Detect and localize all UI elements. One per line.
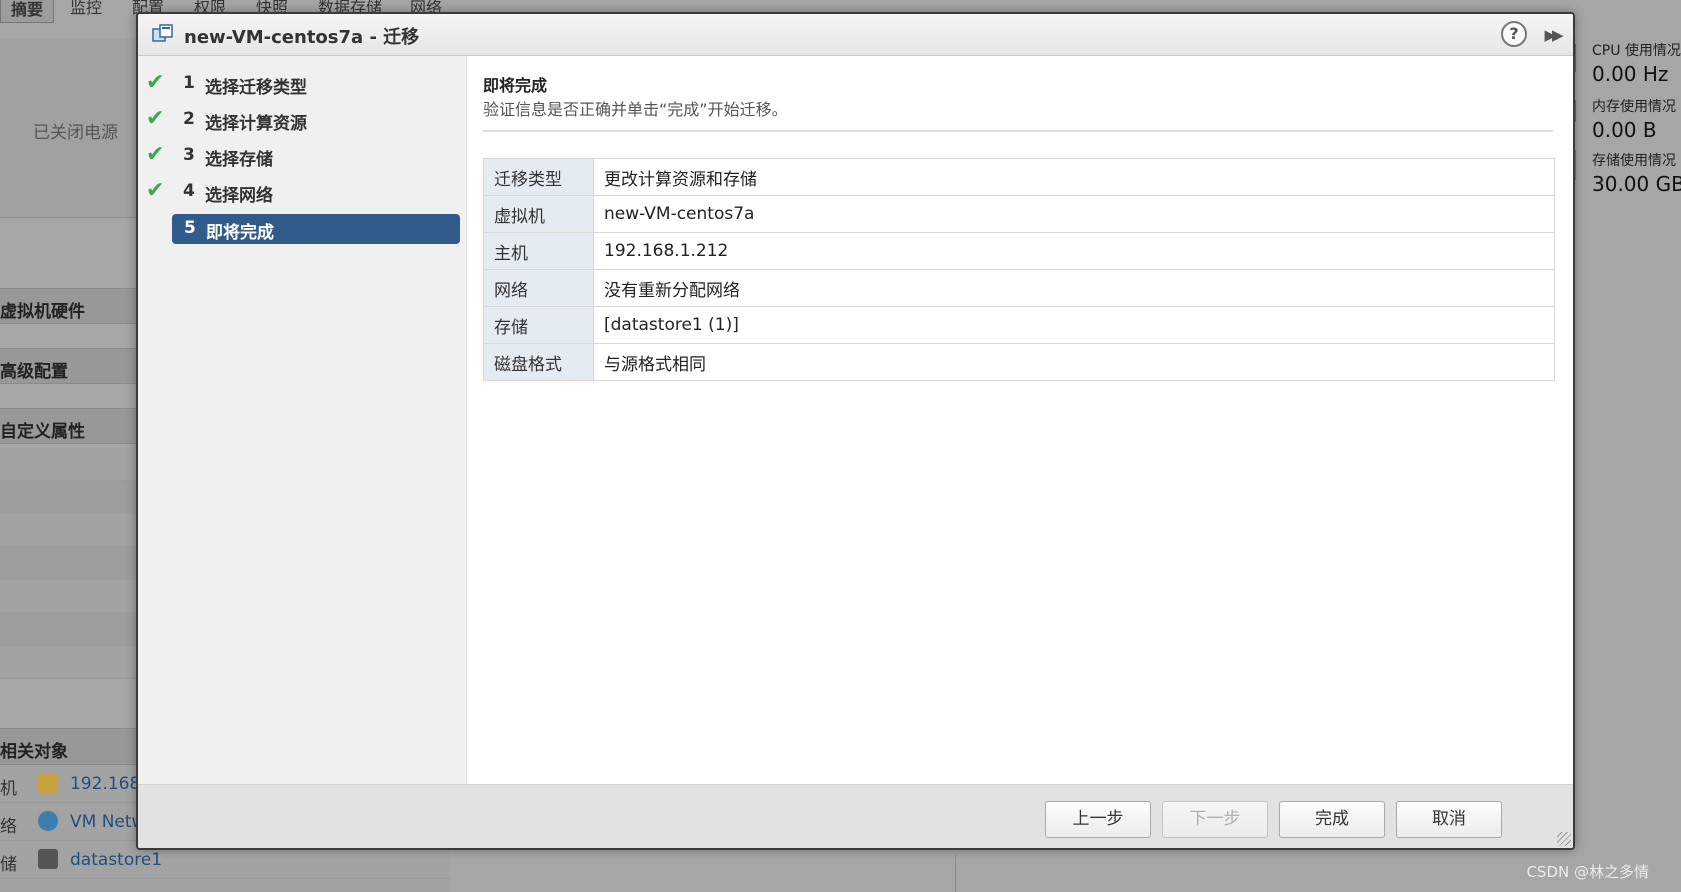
summary-value: 更改计算资源和存储 <box>593 158 1555 196</box>
page-title: 即将完成 <box>483 76 548 95</box>
custom-attributes-table <box>0 448 140 710</box>
vm-migrate-icon <box>152 24 173 42</box>
section-advanced-config[interactable]: 高级配置 <box>0 348 140 384</box>
summary-key: 虚拟机 <box>483 195 594 233</box>
summary-value: 192.168.1.212 <box>593 232 1555 270</box>
step-select-network[interactable]: ✔ 4 选择网络 <box>138 176 467 208</box>
related-host-link[interactable]: 192.168 <box>70 774 140 794</box>
network-icon <box>38 811 58 831</box>
divider <box>483 130 1553 132</box>
summary-value: new-VM-centos7a <box>593 195 1555 233</box>
next-button[interactable]: 下一步 <box>1162 801 1268 838</box>
table-row: 存储 [datastore1 (1)] <box>483 306 1555 344</box>
step-number: 4 <box>183 181 195 201</box>
related-key: 储 <box>0 855 17 875</box>
related-datastore-link[interactable]: datastore1 <box>70 850 162 870</box>
cancel-button[interactable]: 取消 <box>1396 801 1502 838</box>
summary-value: [datastore1 (1)] <box>593 306 1555 344</box>
table-row <box>0 613 140 646</box>
cpu-usage-value: 0.00 Hz <box>1592 62 1669 86</box>
table-row: 主机 192.168.1.212 <box>483 232 1555 270</box>
memory-usage: 内存使用情况 0.00 B <box>1592 96 1676 142</box>
step-label: 选择网络 <box>205 186 273 206</box>
storage-usage: 存储使用情况 30.00 GB <box>1592 150 1681 196</box>
step-number: 3 <box>183 145 195 165</box>
page-subtitle: 验证信息是否正确并单击“完成”开始迁移。 <box>483 100 788 119</box>
summary-key: 主机 <box>483 232 594 270</box>
cpu-usage-label: CPU 使用情况 <box>1592 43 1681 59</box>
summary-value: 与源格式相同 <box>593 343 1555 381</box>
related-key: 机 <box>0 779 17 799</box>
table-row <box>0 448 140 481</box>
datastore-icon <box>38 849 58 869</box>
cpu-usage: CPU 使用情况 0.00 Hz <box>1592 40 1681 86</box>
power-state-text: 已关闭电源 <box>33 123 118 143</box>
check-icon: ✔ <box>146 106 165 131</box>
table-row <box>0 547 140 580</box>
step-number: 2 <box>183 109 195 129</box>
dialog-footer: 上一步 下一步 完成 取消 <box>138 784 1573 848</box>
tab-summary[interactable]: 摘要 <box>0 0 55 23</box>
finish-button[interactable]: 完成 <box>1279 801 1385 838</box>
section-vm-hardware[interactable]: 虚拟机硬件 <box>0 288 140 324</box>
expand-icon[interactable]: ▶▶ <box>1541 24 1563 46</box>
summary-table: 迁移类型 更改计算资源和存储 虚拟机 new-VM-centos7a 主机 19… <box>483 158 1555 381</box>
memory-usage-value: 0.00 B <box>1592 118 1657 142</box>
table-row <box>0 481 140 514</box>
help-icon[interactable]: ? <box>1501 21 1527 47</box>
resize-grip-icon[interactable] <box>1557 832 1571 846</box>
step-number: 1 <box>183 73 195 93</box>
tab-monitor[interactable]: 监控 <box>70 0 102 18</box>
step-label: 选择迁移类型 <box>205 78 307 98</box>
related-key: 络 <box>0 817 17 837</box>
dialog-titlebar[interactable]: new-VM-centos7a - 迁移 ? ▶▶ <box>138 14 1573 56</box>
wizard-steps: ✔ 1 选择迁移类型 ✔ 2 选择计算资源 ✔ 3 选择存储 ✔ 4 选择网络 … <box>138 56 467 784</box>
host-icon <box>38 773 58 793</box>
summary-key: 磁盘格式 <box>483 343 594 381</box>
summary-key: 网络 <box>483 269 594 307</box>
panel-divider <box>955 855 956 892</box>
storage-usage-label: 存储使用情况 <box>1592 153 1676 169</box>
related-network-link[interactable]: VM Netw <box>70 812 145 832</box>
watermark: CSDN @林之多情 <box>1526 863 1649 881</box>
table-row: 迁移类型 更改计算资源和存储 <box>483 158 1555 196</box>
table-row <box>0 646 140 679</box>
step-number: 5 <box>184 218 196 238</box>
step-select-migration-type[interactable]: ✔ 1 选择迁移类型 <box>138 68 467 100</box>
summary-value: 没有重新分配网络 <box>593 269 1555 307</box>
section-custom-attributes[interactable]: 自定义属性 <box>0 408 140 444</box>
step-label: 选择存储 <box>205 150 273 170</box>
step-label: 即将完成 <box>206 223 274 243</box>
table-row: 磁盘格式 与源格式相同 <box>483 343 1555 381</box>
step-select-storage[interactable]: ✔ 3 选择存储 <box>138 140 467 172</box>
check-icon: ✔ <box>146 70 165 95</box>
table-row <box>0 514 140 547</box>
table-row <box>0 580 140 613</box>
check-icon: ✔ <box>146 178 165 203</box>
wizard-content: 即将完成 验证信息是否正确并单击“完成”开始迁移。 迁移类型 更改计算资源和存储… <box>467 56 1573 784</box>
dialog-title: new-VM-centos7a - 迁移 <box>184 27 420 48</box>
step-label: 选择计算资源 <box>205 114 307 134</box>
storage-usage-value: 30.00 GB <box>1592 172 1681 196</box>
migrate-dialog: new-VM-centos7a - 迁移 ? ▶▶ ✔ 1 选择迁移类型 ✔ 2… <box>136 12 1575 850</box>
step-ready-to-complete[interactable]: 5 即将完成 <box>172 214 460 244</box>
step-select-compute-resource[interactable]: ✔ 2 选择计算资源 <box>138 104 467 136</box>
back-button[interactable]: 上一步 <box>1045 801 1151 838</box>
table-row: 虚拟机 new-VM-centos7a <box>483 195 1555 233</box>
table-row: 网络 没有重新分配网络 <box>483 269 1555 307</box>
check-icon: ✔ <box>146 142 165 167</box>
summary-key: 迁移类型 <box>483 158 594 196</box>
memory-usage-label: 内存使用情况 <box>1592 99 1676 115</box>
summary-key: 存储 <box>483 306 594 344</box>
